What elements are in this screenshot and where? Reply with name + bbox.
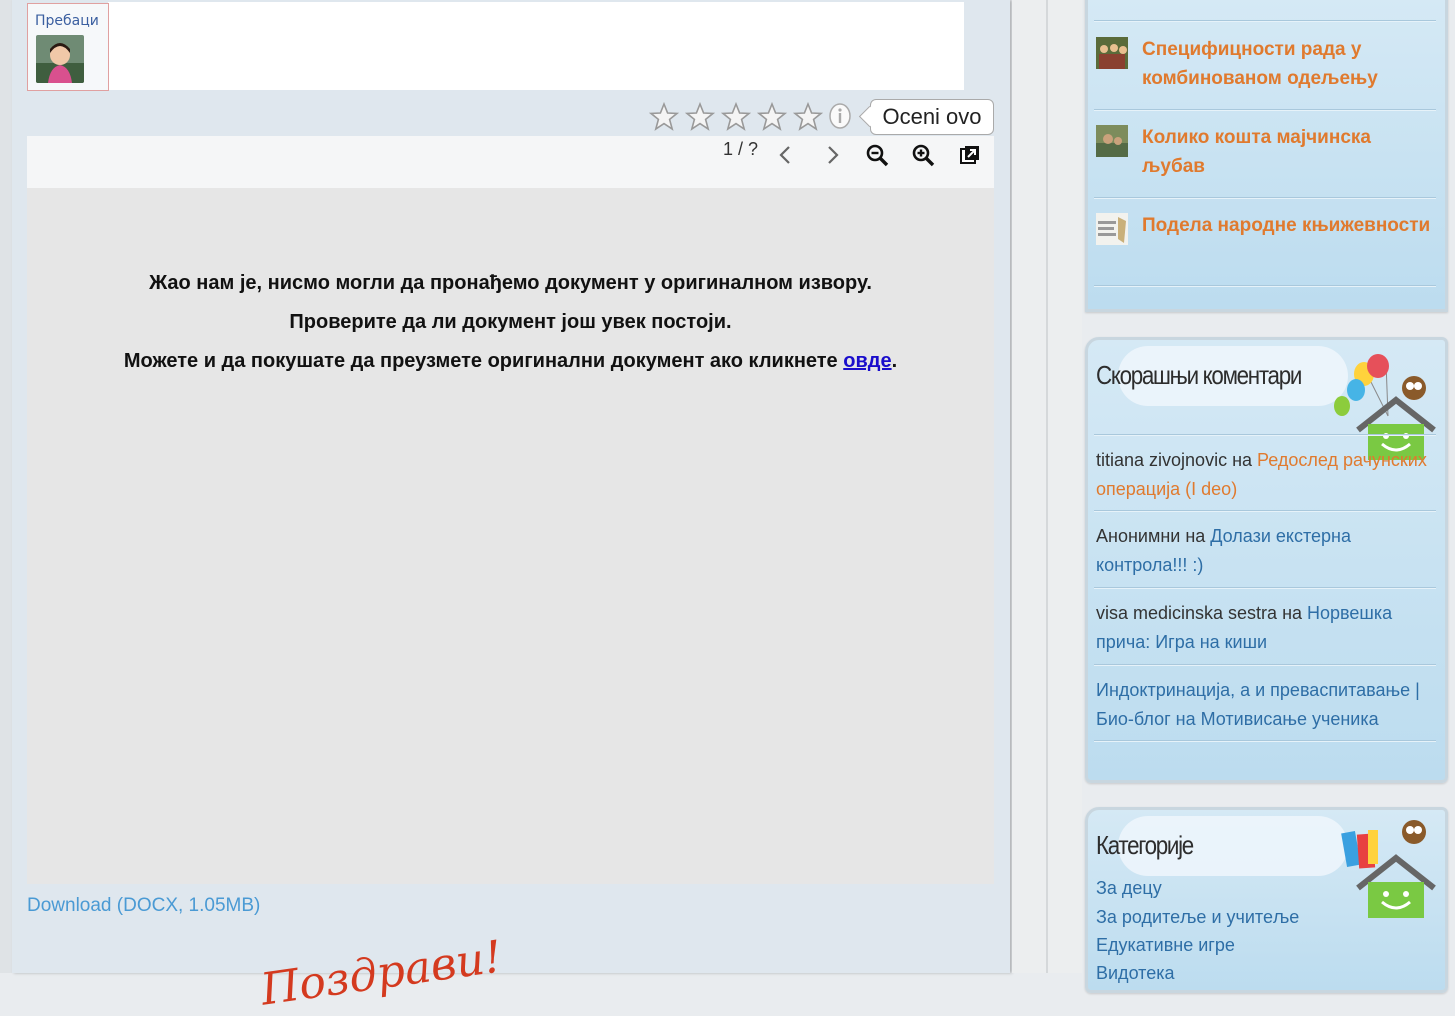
comment-author[interactable]: Анонимни — [1096, 526, 1180, 546]
popular-post-title[interactable]: Колико кошта мајчинска љубав — [1142, 123, 1432, 181]
zoom-out-icon[interactable] — [864, 142, 890, 168]
categories-title: Категорије — [1096, 830, 1194, 860]
popout-icon[interactable] — [956, 142, 982, 168]
error-message-prefix: Можете и да покушате да преузмете оригин… — [123, 350, 844, 372]
star-icon-2[interactable] — [684, 101, 716, 133]
document-viewer-toolbar: 1 / ? — [27, 136, 994, 188]
chevron-right-icon[interactable] — [819, 142, 845, 168]
page-gutter — [1012, 0, 1082, 973]
house-books-icon — [1341, 820, 1436, 918]
comment-sep: на — [1277, 603, 1308, 623]
error-message-line3: Можете и да покушате да преузмете оригин… — [27, 350, 994, 373]
recent-comments-widget: Скорашњи коментари titiana zivojnovic на… — [1085, 337, 1448, 783]
download-link[interactable]: Download (DOCX, 1.05MB) — [27, 895, 260, 917]
category-link[interactable]: За децу — [1096, 878, 1162, 899]
error-message-line2: Проверите да ли документ још увек постој… — [289, 311, 732, 333]
page-indicator: 1 / ? — [723, 139, 759, 159]
comment-sep: на — [1180, 526, 1211, 546]
category-link[interactable]: Едукативне игре — [1096, 935, 1235, 956]
comment-item: titiana zivojnovic на Редослед рачунских… — [1096, 446, 1438, 504]
comment-sep: на — [1227, 450, 1258, 470]
comment-author[interactable]: titiana zivojnovic — [1096, 450, 1227, 470]
share-bar — [108, 2, 964, 90]
rating-tooltip: Oceni ovo — [870, 99, 994, 135]
category-link[interactable]: Видотека — [1096, 963, 1175, 984]
popular-posts-widget: Специфицности рада у комбинованом одељењ… — [1085, 0, 1448, 312]
document-viewer: Жао нам је, нисмо могли да пронађемо док… — [27, 188, 994, 884]
comment-item: Анонимни на Долази екстерна контрола!!! … — [1096, 522, 1438, 580]
star-icon-4[interactable] — [756, 101, 788, 133]
post-thumbnail — [1096, 37, 1128, 69]
comment-author[interactable]: visa medicinska sestra — [1096, 603, 1277, 623]
popular-post-title[interactable]: Специфицности рада у комбинованом одељењ… — [1142, 35, 1432, 93]
rating-stars — [648, 101, 824, 133]
error-message-suffix: . — [891, 350, 898, 372]
star-icon-1[interactable] — [648, 101, 680, 133]
share-label: Пребаци — [35, 13, 99, 29]
zoom-in-icon[interactable] — [910, 142, 936, 168]
chevron-left-icon[interactable] — [773, 142, 799, 168]
post-thumbnail — [1096, 213, 1128, 245]
category-link[interactable]: За родитеље и учитеље — [1096, 907, 1299, 928]
share-avatar — [36, 35, 84, 83]
error-message-line1: Жао нам је, нисмо могли да пронађемо док… — [149, 272, 872, 294]
categories-widget: Категорије За децу За родитеље и учитеље… — [1085, 807, 1448, 993]
original-document-link[interactable]: овде — [843, 350, 891, 372]
comment-item: Индоктринација, а и преваспитавање | Био… — [1096, 676, 1438, 734]
popular-post-title[interactable]: Подела народне књижевности — [1142, 211, 1432, 240]
comment-post-link[interactable]: Индоктринација, а и преваспитавање | Био… — [1096, 680, 1420, 729]
info-icon[interactable] — [828, 102, 852, 130]
star-icon-3[interactable] — [720, 101, 752, 133]
recent-comments-title: Скорашњи коментари — [1096, 360, 1302, 390]
star-icon-5[interactable] — [792, 101, 824, 133]
comment-item: visa medicinska sestra на Норвешка прича… — [1096, 599, 1438, 657]
post-thumbnail — [1096, 125, 1128, 157]
house-balloons-icon — [1334, 354, 1436, 460]
share-button[interactable]: Пребаци — [27, 3, 109, 91]
